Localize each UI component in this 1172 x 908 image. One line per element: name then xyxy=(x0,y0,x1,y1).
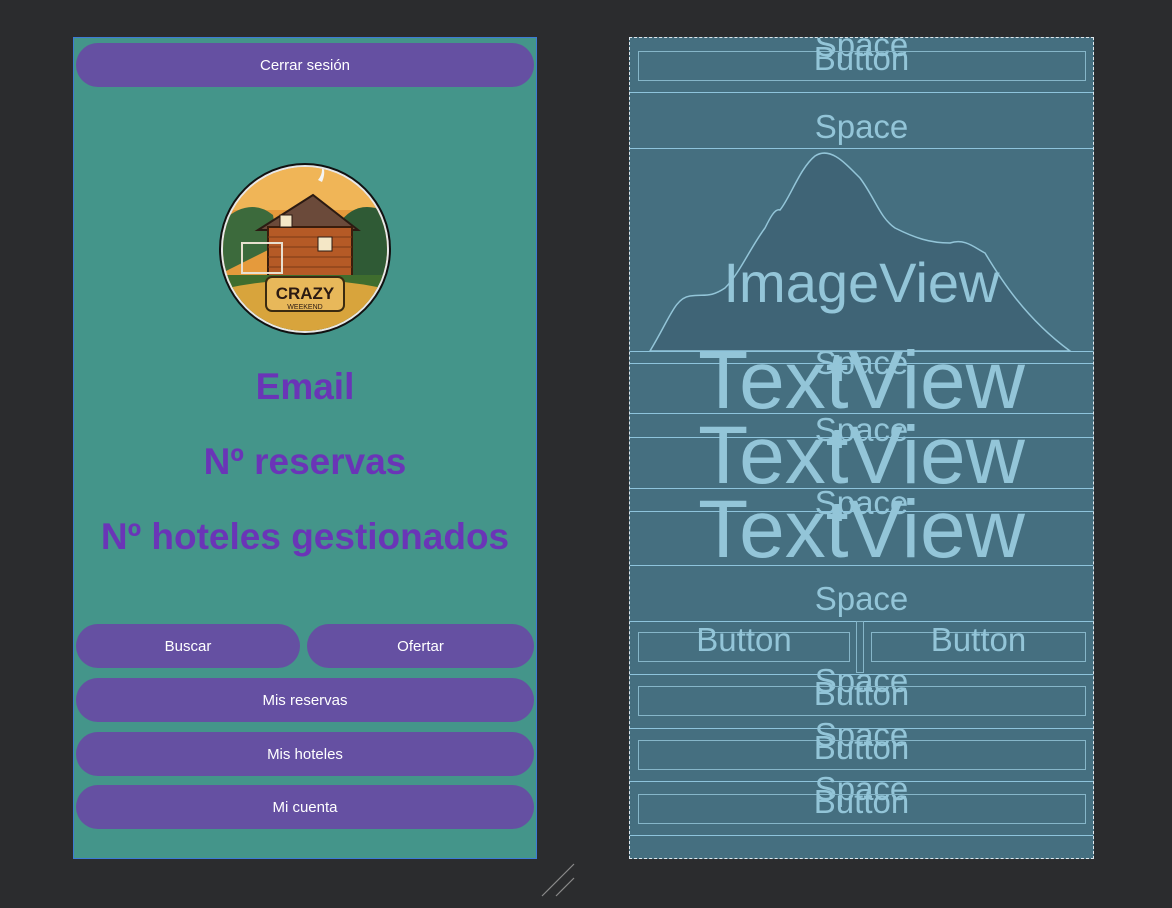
my-reservations-button[interactable]: Mis reservas xyxy=(76,678,534,722)
logout-button[interactable]: Cerrar sesión xyxy=(76,43,534,87)
blueprint-divider xyxy=(630,92,1093,93)
my-hotels-button[interactable]: Mis hoteles xyxy=(76,732,534,776)
blueprint-textview: TextView xyxy=(698,484,1025,575)
blueprint-button[interactable]: Button xyxy=(630,675,1093,713)
my-account-button[interactable]: Mi cuenta xyxy=(76,785,534,829)
blueprint-button[interactable]: Button xyxy=(630,729,1093,767)
blueprint-space: Space xyxy=(814,108,909,145)
blueprint-button[interactable]: Button xyxy=(630,40,1093,78)
blueprint-button[interactable]: Button xyxy=(638,621,850,659)
hotels-managed-label: Nº hoteles gestionados xyxy=(100,516,510,557)
crazy-weekend-logo: CRAZY WEEKEND xyxy=(219,163,391,335)
blueprint-button[interactable]: Button xyxy=(630,783,1093,821)
svg-text:CRAZY: CRAZY xyxy=(276,284,335,303)
blueprint-preview: Space Button Space ImageView Space TextV… xyxy=(629,37,1094,859)
design-preview: Cerrar sesión CRAZY WEEKEND Email Nº res… xyxy=(73,37,537,859)
email-label: Email xyxy=(255,366,355,407)
blueprint-divider xyxy=(630,565,1093,566)
blueprint-divider xyxy=(630,835,1093,836)
blueprint-button[interactable]: Button xyxy=(871,621,1086,659)
blueprint-space: Space xyxy=(814,580,909,617)
svg-text:WEEKEND: WEEKEND xyxy=(287,304,322,311)
search-button[interactable]: Buscar xyxy=(76,624,300,668)
reservations-count-label: Nº reservas xyxy=(203,441,407,482)
resize-handle-icon[interactable] xyxy=(540,862,578,900)
blueprint-imageview: ImageView xyxy=(723,251,1000,314)
offer-button[interactable]: Ofertar xyxy=(307,624,534,668)
